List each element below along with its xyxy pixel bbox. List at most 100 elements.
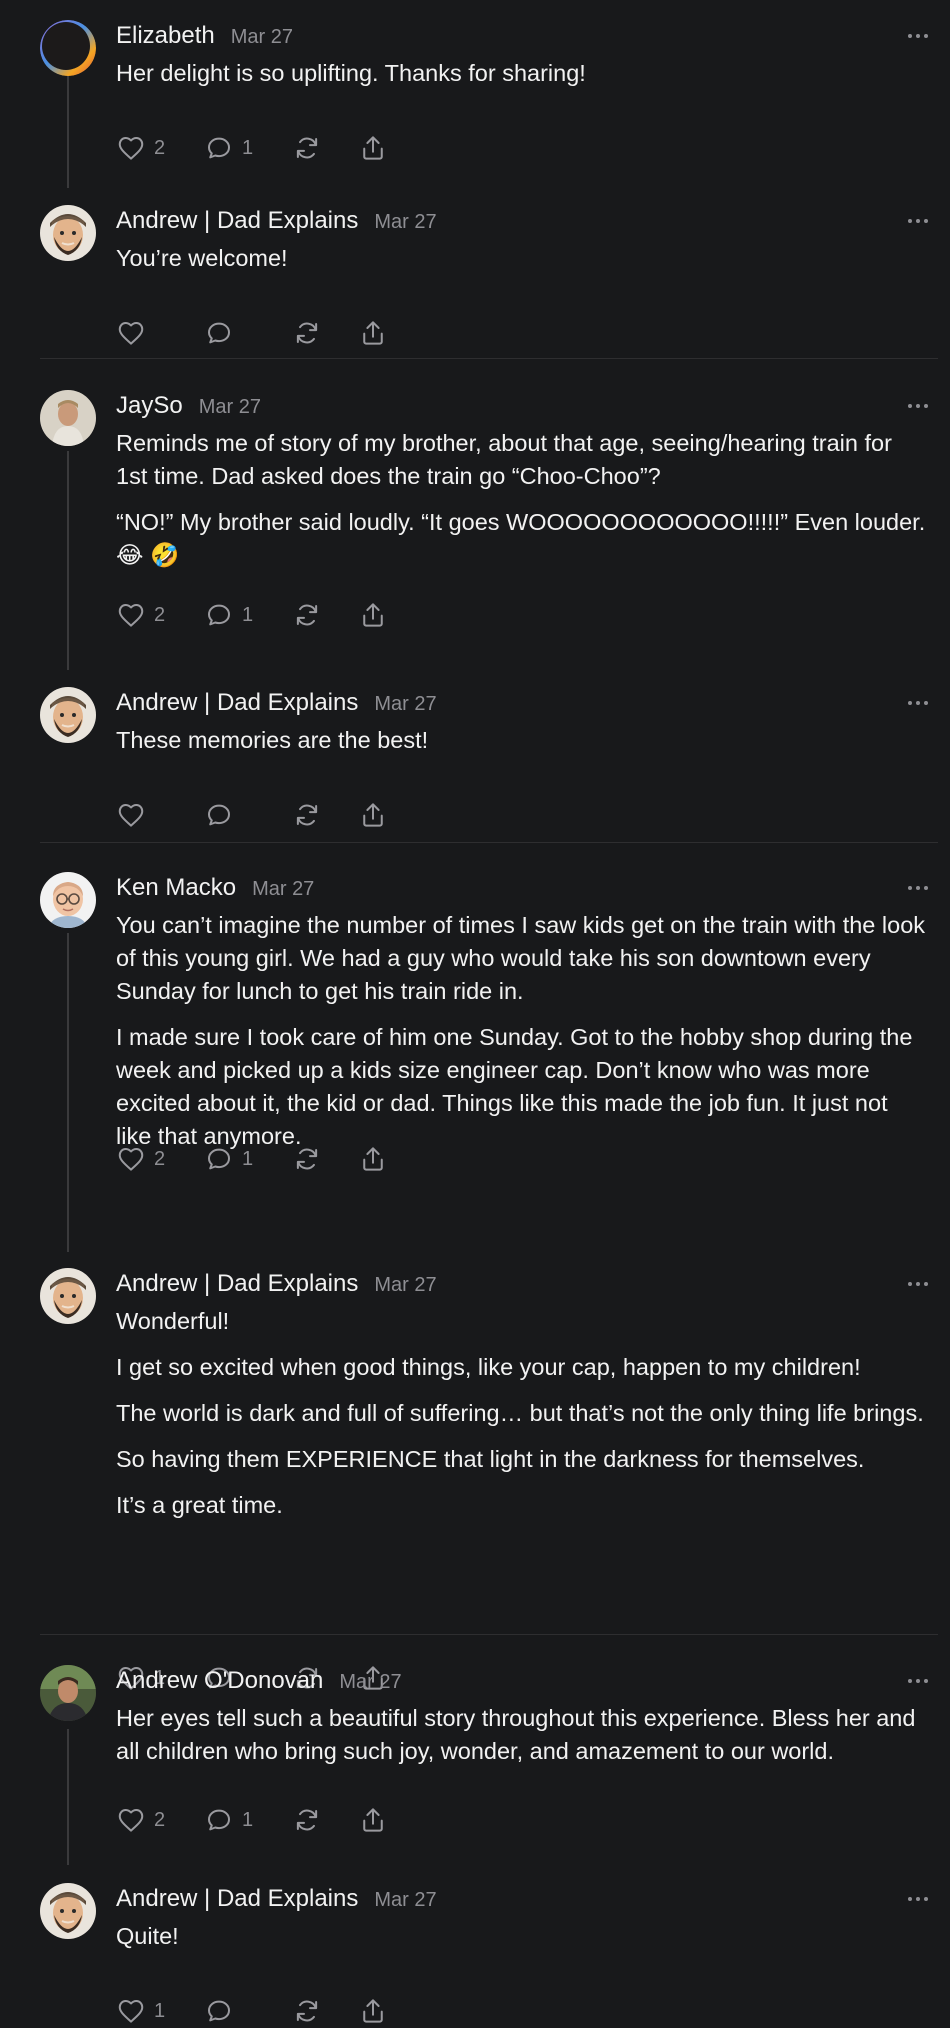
author-name[interactable]: Ken Macko xyxy=(116,874,236,902)
repost-icon xyxy=(292,600,322,630)
share-button[interactable] xyxy=(358,1144,388,1174)
comment-header: Ken Macko Mar 27 xyxy=(116,874,314,904)
repost-icon xyxy=(292,800,322,830)
reply-button[interactable]: 1 xyxy=(204,133,256,163)
action-bar: 21 xyxy=(116,131,424,165)
comment-body: You can’t imagine the number of times I … xyxy=(116,909,928,1166)
repost-icon xyxy=(292,318,322,348)
heart-icon xyxy=(116,800,146,830)
share-icon xyxy=(358,1805,388,1835)
share-button[interactable] xyxy=(358,1996,388,2026)
comment-paragraph: So having them EXPERIENCE that light in … xyxy=(116,1446,865,1472)
like-count: 2 xyxy=(154,136,166,159)
author-name[interactable]: Elizabeth xyxy=(116,22,215,50)
like-button[interactable]: 2 xyxy=(116,600,168,630)
avatar[interactable] xyxy=(40,687,96,743)
author-name[interactable]: Andrew | Dad Explains xyxy=(116,207,358,235)
avatar[interactable] xyxy=(40,872,96,928)
like-button[interactable]: 1 xyxy=(116,1996,168,2026)
action-bar: 21 xyxy=(116,598,424,632)
repost-button[interactable] xyxy=(292,1805,322,1835)
heart-icon xyxy=(116,133,146,163)
more-options-icon[interactable] xyxy=(904,1887,932,1911)
like-button[interactable]: 2 xyxy=(116,1805,168,1835)
reply-button[interactable] xyxy=(204,318,256,348)
comment-header: Andrew | Dad Explains Mar 27 xyxy=(116,689,437,719)
comment-bubble-icon xyxy=(204,600,234,630)
comment-paragraph: Reminds me of story of my brother, about… xyxy=(116,430,892,489)
thread-divider xyxy=(40,842,938,843)
more-options-icon[interactable] xyxy=(904,394,932,418)
avatar[interactable] xyxy=(40,1268,96,1324)
avatar[interactable] xyxy=(40,20,96,76)
more-options-icon[interactable] xyxy=(904,24,932,48)
author-name[interactable]: Andrew | Dad Explains xyxy=(116,1885,358,1913)
author-name[interactable]: Andrew | Dad Explains xyxy=(116,689,358,717)
comment-paragraph: It’s a great time. xyxy=(116,1492,283,1518)
repost-button[interactable] xyxy=(292,318,322,348)
share-icon xyxy=(358,133,388,163)
comment-header: Elizabeth Mar 27 xyxy=(116,22,293,52)
author-name[interactable]: Andrew O'Donovan xyxy=(116,1667,323,1695)
reply-button[interactable]: 1 xyxy=(204,1805,256,1835)
reply-button[interactable] xyxy=(204,800,256,830)
more-options-icon[interactable] xyxy=(904,691,932,715)
comment-bubble-icon xyxy=(204,1144,234,1174)
more-options-icon[interactable] xyxy=(904,876,932,900)
comment-header: JaySo Mar 27 xyxy=(116,392,261,422)
repost-button[interactable] xyxy=(292,800,322,830)
more-options-icon[interactable] xyxy=(904,209,932,233)
comment-body: Wonderful! I get so excited when good thi… xyxy=(116,1305,928,1535)
comment-bubble-icon xyxy=(204,800,234,830)
comment-date: Mar 27 xyxy=(374,211,437,233)
avatar[interactable] xyxy=(40,390,96,446)
share-icon xyxy=(358,1996,388,2026)
repost-button[interactable] xyxy=(292,133,322,163)
comment-paragraph: These memories are the best! xyxy=(116,727,429,753)
heart-icon xyxy=(116,600,146,630)
comment-bubble-icon xyxy=(204,1805,234,1835)
more-options-icon[interactable] xyxy=(904,1669,932,1693)
reply-button[interactable] xyxy=(204,1996,256,2026)
avatar[interactable] xyxy=(40,1665,96,1721)
repost-button[interactable] xyxy=(292,1996,322,2026)
share-button[interactable] xyxy=(358,318,388,348)
comment-date: Mar 27 xyxy=(339,1671,402,1693)
reply-button[interactable]: 1 xyxy=(204,1144,256,1174)
thread-divider xyxy=(40,358,938,359)
like-button[interactable]: 2 xyxy=(116,1144,168,1174)
like-button[interactable] xyxy=(116,318,168,348)
comment-header: Andrew | Dad Explains Mar 27 xyxy=(116,1270,437,1300)
comment-paragraph: The world is dark and full of suffering…… xyxy=(116,1400,924,1426)
share-icon xyxy=(358,1144,388,1174)
avatar[interactable] xyxy=(40,1883,96,1939)
share-icon xyxy=(358,800,388,830)
like-count: 2 xyxy=(154,1147,166,1170)
comment-body: Her delight is so uplifting. Thanks for … xyxy=(116,57,928,103)
comment-paragraph: “NO!” My brother said loudly. “It goes W… xyxy=(116,509,926,568)
repost-icon xyxy=(292,133,322,163)
avatar[interactable] xyxy=(40,205,96,261)
more-options-icon[interactable] xyxy=(904,1272,932,1296)
thread-connector-line xyxy=(67,451,69,670)
repost-button[interactable] xyxy=(292,1144,322,1174)
share-button[interactable] xyxy=(358,1805,388,1835)
repost-button[interactable] xyxy=(292,600,322,630)
like-count: 1 xyxy=(154,1999,166,2022)
like-button[interactable] xyxy=(116,800,168,830)
reply-button[interactable]: 1 xyxy=(204,600,256,630)
author-name[interactable]: JaySo xyxy=(116,392,183,420)
like-button[interactable]: 2 xyxy=(116,133,168,163)
comment-paragraph: Quite! xyxy=(116,1923,179,1949)
action-bar xyxy=(116,316,424,350)
heart-icon xyxy=(116,1805,146,1835)
action-bar xyxy=(116,798,424,832)
author-name[interactable]: Andrew | Dad Explains xyxy=(116,1270,358,1298)
thread-connector-line xyxy=(67,76,69,188)
share-button[interactable] xyxy=(358,133,388,163)
comment-body: Quite! xyxy=(116,1920,928,1966)
comment-bubble-icon xyxy=(204,1996,234,2026)
thread-connector-line xyxy=(67,1729,69,1865)
share-button[interactable] xyxy=(358,600,388,630)
share-button[interactable] xyxy=(358,800,388,830)
